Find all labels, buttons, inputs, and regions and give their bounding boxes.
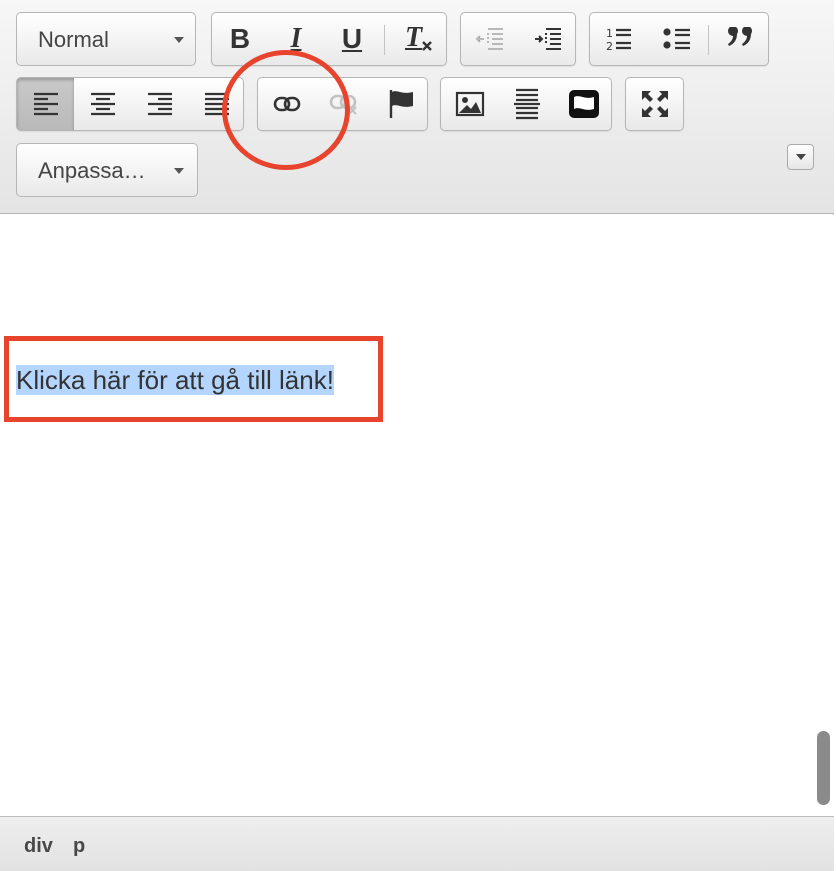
svg-text:2: 2 bbox=[606, 40, 613, 52]
align-left-icon bbox=[33, 92, 58, 116]
lists-group: 1 2 bbox=[589, 12, 769, 66]
maximize-icon bbox=[641, 91, 668, 117]
editor-toolbar: Normal B I U T 1 2 Anpassa… bbox=[0, 0, 834, 214]
align-left-button[interactable] bbox=[17, 78, 74, 130]
anchor-flag-icon bbox=[389, 90, 413, 118]
image-icon bbox=[455, 91, 485, 117]
horizontal-rule-icon bbox=[514, 88, 540, 120]
styles-combo[interactable]: Anpassa… bbox=[16, 143, 198, 197]
align-center-icon bbox=[90, 92, 115, 116]
bulleted-list-button[interactable] bbox=[648, 13, 706, 65]
iframe-icon bbox=[569, 90, 599, 118]
blockquote-icon bbox=[728, 27, 752, 46]
svg-text:1: 1 bbox=[606, 27, 613, 40]
separator bbox=[384, 25, 385, 55]
bold-button[interactable]: B bbox=[212, 13, 268, 65]
italic-icon: I bbox=[290, 23, 302, 54]
blockquote-button[interactable] bbox=[710, 13, 770, 65]
bold-icon: B bbox=[229, 23, 251, 54]
align-center-button[interactable] bbox=[74, 78, 131, 130]
link-button[interactable] bbox=[258, 78, 315, 130]
justify-button[interactable] bbox=[188, 78, 245, 130]
remove-format-button[interactable]: T bbox=[388, 13, 448, 65]
chevron-down-icon bbox=[174, 37, 184, 43]
bulleted-list-icon bbox=[663, 28, 690, 50]
basic-styles-group: B I U T bbox=[211, 12, 447, 66]
underline-button[interactable]: U bbox=[324, 13, 380, 65]
alignment-group bbox=[16, 77, 244, 131]
format-combo-value: Normal bbox=[38, 27, 109, 52]
styles-combo-value: Anpassa… bbox=[38, 158, 146, 183]
editing-area[interactable]: Klicka här för att gå till länk! bbox=[0, 215, 834, 816]
annotation-rectangle bbox=[4, 336, 383, 422]
insert-group bbox=[440, 77, 612, 131]
indent-button[interactable] bbox=[519, 13, 577, 65]
anchor-button[interactable] bbox=[372, 78, 429, 130]
caret-down-icon bbox=[796, 154, 806, 160]
iframe-button[interactable] bbox=[555, 78, 613, 130]
unlink-button[interactable] bbox=[315, 78, 372, 130]
element-path-p[interactable]: p bbox=[73, 835, 85, 858]
element-path-div[interactable]: div bbox=[24, 835, 53, 858]
maximize-button[interactable] bbox=[626, 78, 683, 130]
format-combo[interactable]: Normal bbox=[16, 12, 196, 66]
align-right-button[interactable] bbox=[131, 78, 188, 130]
image-button[interactable] bbox=[441, 78, 499, 130]
links-group bbox=[257, 77, 428, 131]
scrollbar-thumb[interactable] bbox=[817, 731, 830, 805]
indent-icon bbox=[535, 28, 561, 50]
indent-group bbox=[460, 12, 576, 66]
numbered-list-button[interactable]: 1 2 bbox=[590, 13, 648, 65]
numbered-list-icon: 1 2 bbox=[606, 27, 631, 52]
remove-format-icon: T bbox=[403, 22, 433, 54]
outdent-button[interactable] bbox=[461, 13, 519, 65]
rich-text-editor: Normal B I U T 1 2 Anpassa… Klicka här f… bbox=[0, 0, 834, 871]
unlink-icon bbox=[329, 94, 357, 115]
remove-format-glyph: T bbox=[405, 22, 423, 53]
link-icon bbox=[273, 96, 300, 112]
align-right-icon bbox=[147, 92, 172, 116]
underline-icon: U bbox=[341, 23, 363, 54]
tools-group bbox=[625, 77, 684, 131]
chevron-down-icon bbox=[174, 168, 184, 174]
justify-icon bbox=[204, 92, 229, 116]
toolbar-collapse-button[interactable] bbox=[787, 144, 814, 170]
italic-button[interactable]: I bbox=[268, 13, 324, 65]
horizontal-rule-button[interactable] bbox=[499, 78, 555, 130]
separator bbox=[708, 25, 709, 55]
outdent-icon bbox=[475, 28, 503, 50]
element-path-bar: div p bbox=[0, 816, 834, 871]
